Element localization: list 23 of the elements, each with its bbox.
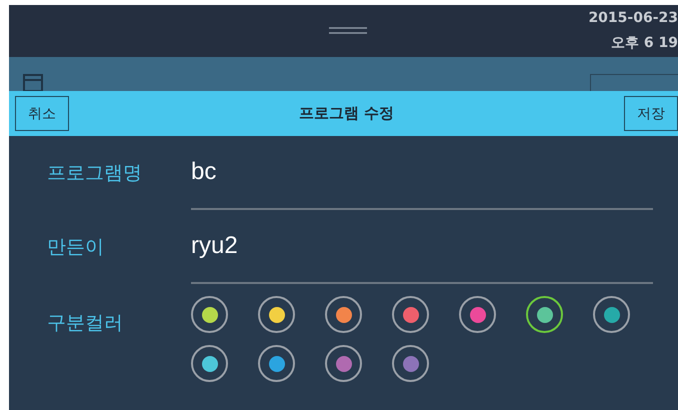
- text-field[interactable]: ryu2: [191, 210, 653, 284]
- color-swatch[interactable]: [392, 296, 429, 333]
- date-text: 2015-06-23: [588, 10, 678, 26]
- save-button[interactable]: 저장: [624, 96, 678, 131]
- color-swatch[interactable]: [191, 296, 228, 333]
- color-swatch[interactable]: [258, 345, 295, 382]
- color-swatch[interactable]: [526, 296, 563, 333]
- color-swatch[interactable]: [191, 345, 228, 382]
- drag-handle-icon[interactable]: [329, 27, 367, 35]
- color-swatch[interactable]: [258, 296, 295, 333]
- time-text: 오후 6 19: [611, 34, 678, 52]
- field-label: 프로그램명: [47, 161, 143, 186]
- document-icon: [23, 74, 43, 91]
- cancel-button[interactable]: 취소: [15, 96, 69, 131]
- color-swatch[interactable]: [459, 296, 496, 333]
- field-label: 구분컬러: [47, 311, 124, 336]
- field-label: 만든이: [47, 235, 105, 260]
- dialog-title: 프로그램 수정: [298, 104, 394, 123]
- text-field[interactable]: bc: [191, 136, 653, 210]
- color-swatch[interactable]: [593, 296, 630, 333]
- color-swatch[interactable]: [325, 296, 362, 333]
- color-swatch[interactable]: [392, 345, 429, 382]
- color-swatch[interactable]: [325, 345, 362, 382]
